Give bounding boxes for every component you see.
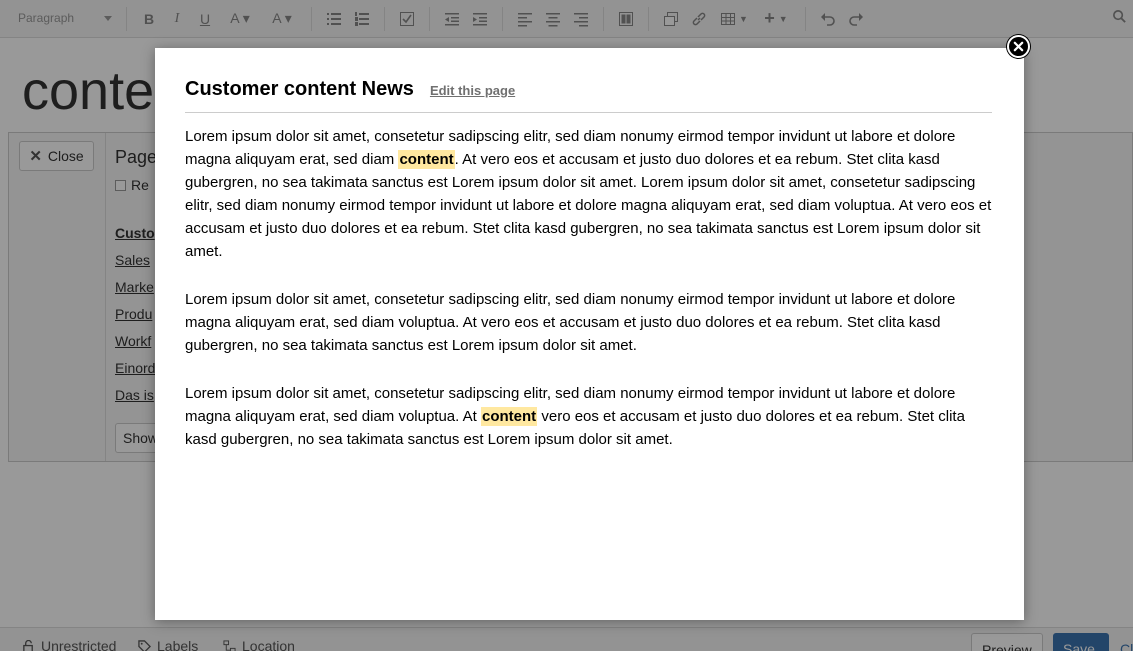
dialog-title: Customer content News — [185, 78, 414, 100]
page-preview-dialog: Customer content News Edit this page Lor… — [155, 48, 1024, 620]
dialog-close-button[interactable] — [1007, 35, 1030, 58]
dialog-body: Lorem ipsum dolor sit amet, consetetur s… — [185, 125, 992, 476]
paragraph: Lorem ipsum dolor sit amet, consetetur s… — [185, 291, 956, 354]
search-highlight: content — [481, 407, 538, 426]
paragraph: Lorem ipsum dolor sit amet, consetetur s… — [185, 382, 992, 451]
search-highlight: content — [398, 150, 455, 169]
paragraph: Lorem ipsum dolor sit amet, consetetur s… — [185, 125, 992, 263]
edit-page-link[interactable]: Edit this page — [430, 83, 515, 98]
dialog-header: Customer content News Edit this page — [185, 78, 992, 113]
close-icon — [1013, 41, 1024, 52]
